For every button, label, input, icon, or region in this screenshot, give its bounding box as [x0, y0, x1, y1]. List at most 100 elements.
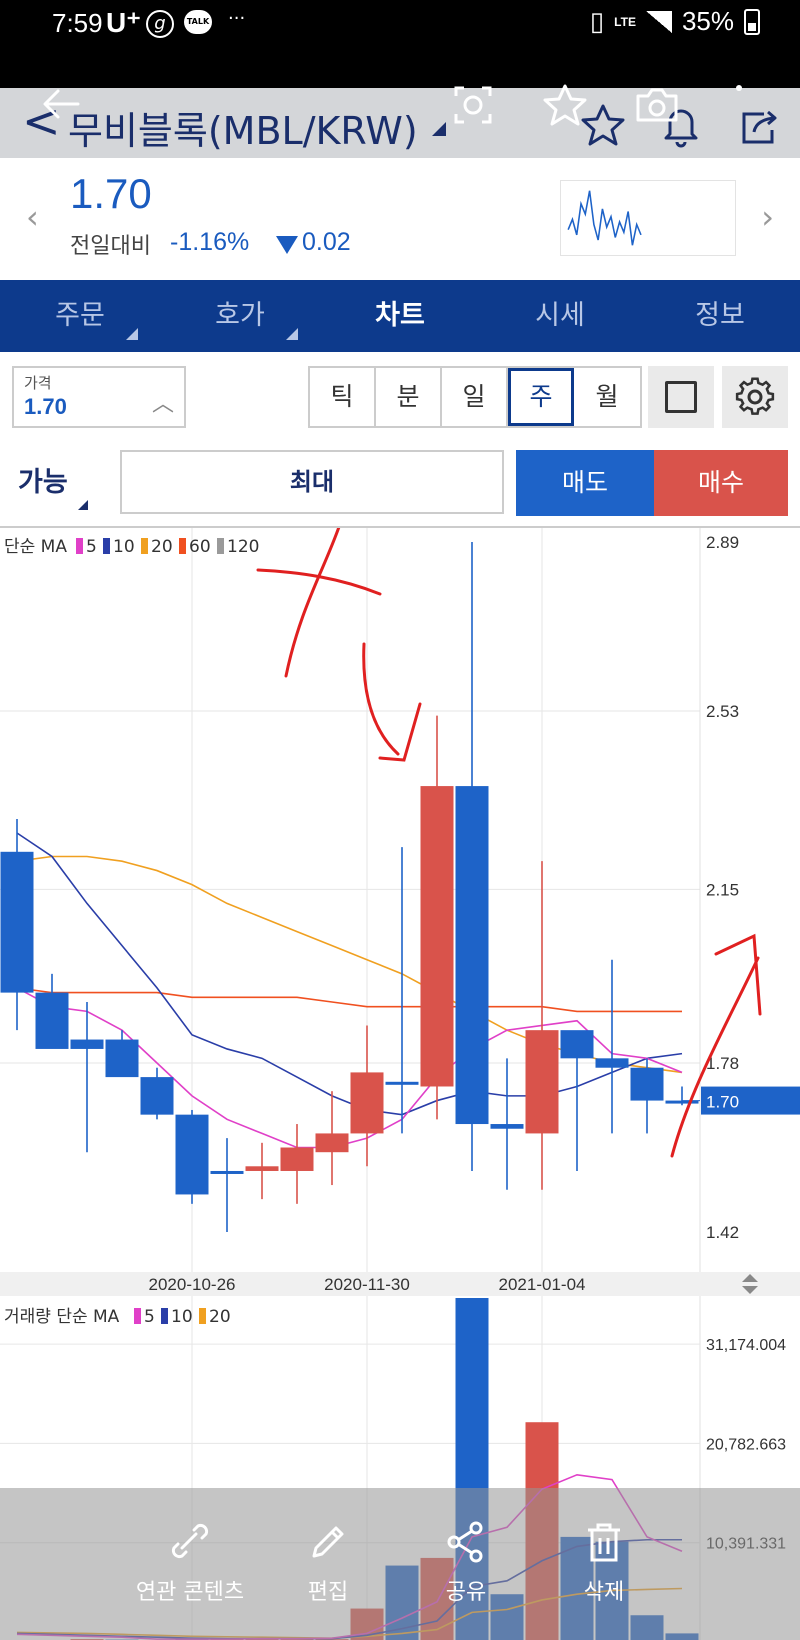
tab-corner-icon — [286, 328, 298, 340]
price-field-value: 1.70 — [24, 394, 67, 419]
change-percent: -1.16% — [170, 228, 250, 256]
legend-label: 120 — [227, 537, 259, 557]
prev-coin-icon[interactable]: ‹ — [26, 198, 39, 236]
candle — [385, 847, 419, 1134]
period-2[interactable]: 일 — [442, 368, 508, 426]
overlay-capture-icon[interactable] — [448, 80, 498, 130]
candle — [280, 1124, 314, 1204]
candle-body — [630, 1067, 664, 1101]
current-price-label: 1.70 — [706, 1093, 739, 1112]
gear-icon — [735, 377, 775, 415]
volume-tick-label: 20,782.663 — [706, 1436, 786, 1453]
tab-4[interactable]: 정보 — [640, 280, 800, 352]
candlestick-chart[interactable]: 단순 MA 5 10 20 60 120 2.892.532.151.781.421.702… — [0, 528, 800, 1640]
period-1[interactable]: 분 — [376, 368, 442, 426]
tab-0[interactable]: 주문 — [0, 280, 160, 352]
legend-label: 10 — [171, 1307, 193, 1327]
candle-body — [105, 1039, 139, 1078]
trash-action[interactable]: 삭제 — [544, 1518, 664, 1606]
legend-swatch — [134, 1308, 141, 1324]
candle — [245, 1142, 279, 1200]
order-bar: 가능 최대 매도 매수 — [0, 438, 800, 524]
tab-3[interactable]: 시세 — [480, 280, 640, 352]
status-right: ▯ LTE 35% — [590, 6, 760, 37]
share-action[interactable]: 공유 — [406, 1518, 526, 1606]
candle — [490, 1058, 524, 1190]
legend-label: 20 — [209, 1307, 231, 1327]
link-action[interactable]: 연관 콘텐츠 — [130, 1518, 250, 1606]
candle — [0, 818, 34, 1031]
action-label: 삭제 — [583, 1580, 625, 1605]
sell-button[interactable]: 매도 — [516, 450, 654, 516]
tab-label: 시세 — [535, 300, 585, 331]
candle — [595, 959, 629, 1134]
candle — [210, 1138, 244, 1232]
overlay-star-icon[interactable] — [540, 80, 590, 130]
price-section: ‹ 1.70 전일대비 -1.16% 0.02 › — [0, 158, 800, 280]
candle-body — [70, 1039, 104, 1049]
ma60-line — [16, 987, 682, 1013]
pencil-action[interactable]: 편집 — [268, 1518, 388, 1606]
legend-label: 20 — [151, 537, 173, 557]
legend-label: 5 — [144, 1307, 155, 1327]
volume-tick-label: 31,174.004 — [706, 1337, 786, 1354]
y-axis: 2.892.532.151.781.42 — [706, 533, 739, 1242]
link-icon — [171, 1523, 209, 1559]
g-icon: g — [146, 10, 174, 38]
candle-body — [315, 1133, 349, 1153]
legend-swatch — [141, 538, 148, 554]
period-selector: 틱분일주월 — [308, 366, 642, 428]
talk-icon: TALK — [184, 10, 212, 34]
action-label: 편집 — [307, 1580, 349, 1605]
max-button[interactable]: 최대 — [120, 450, 504, 514]
action-label: 공유 — [445, 1580, 487, 1605]
screenshot-action-bar: 연관 콘텐츠 편집 공유 삭제 — [0, 1488, 800, 1640]
pencil-icon — [312, 1526, 344, 1558]
x-tick-label: 2021-01-04 — [499, 1275, 586, 1294]
overlay-camera-icon[interactable] — [632, 80, 682, 130]
status-time: 7:59 — [52, 8, 103, 38]
lte-icon: LTE — [614, 14, 636, 29]
candle-body — [140, 1077, 174, 1115]
change-label: 전일대비 — [70, 234, 151, 259]
candle-body — [525, 1030, 559, 1134]
candle — [175, 1109, 209, 1204]
candle-body — [0, 851, 34, 993]
x-tick-label: 2020-11-30 — [324, 1275, 410, 1294]
candle-body — [595, 1058, 629, 1068]
current-price: 1.70 — [70, 170, 152, 217]
candle-body — [280, 1147, 314, 1171]
candle-body — [385, 1081, 419, 1085]
tab-1[interactable]: 호가 — [160, 280, 320, 352]
grid — [0, 528, 701, 1640]
period-4[interactable]: 월 — [574, 368, 640, 426]
status-bar: 7:59 U⁺ g TALK ··· ▯ LTE 35% — [0, 0, 800, 88]
y-tick-label: 2.53 — [706, 702, 739, 721]
legend-swatch — [76, 538, 83, 554]
fullscreen-button[interactable] — [648, 366, 714, 428]
coin-title[interactable]: 무비블록(MBL/KRW) — [68, 100, 418, 155]
chevron-up-icon[interactable]: ︿ — [152, 386, 174, 418]
more-notifications-icon: ··· — [228, 8, 246, 29]
price-field[interactable]: 가격 1.70 ︿ — [12, 366, 186, 428]
period-3[interactable]: 주 — [508, 368, 574, 426]
coin-dropdown-icon[interactable] — [432, 122, 446, 136]
candle — [630, 1058, 664, 1134]
available-selector[interactable]: 가능 — [18, 460, 68, 499]
candle — [140, 1067, 174, 1120]
share-icon — [447, 1521, 483, 1563]
legend-label: 60 — [189, 537, 211, 557]
candle-body — [420, 786, 454, 1087]
chart-area[interactable]: 단순 MA 5 10 20 60 120 2.89 2.53 2.15 1.78 1.42 1.70 2… — [0, 526, 800, 1640]
tab-2[interactable]: 차트 — [320, 280, 480, 352]
period-0[interactable]: 틱 — [310, 368, 376, 426]
overlay-more-icon[interactable] — [724, 80, 774, 130]
buy-button[interactable]: 매수 — [654, 450, 788, 516]
overlay-back-icon[interactable] — [36, 80, 86, 130]
candle — [70, 1002, 104, 1153]
signal-icon — [645, 10, 672, 33]
next-coin-icon[interactable]: › — [761, 198, 774, 236]
candle — [420, 715, 454, 1120]
tab-corner-icon — [126, 328, 138, 340]
settings-button[interactable] — [722, 366, 788, 428]
